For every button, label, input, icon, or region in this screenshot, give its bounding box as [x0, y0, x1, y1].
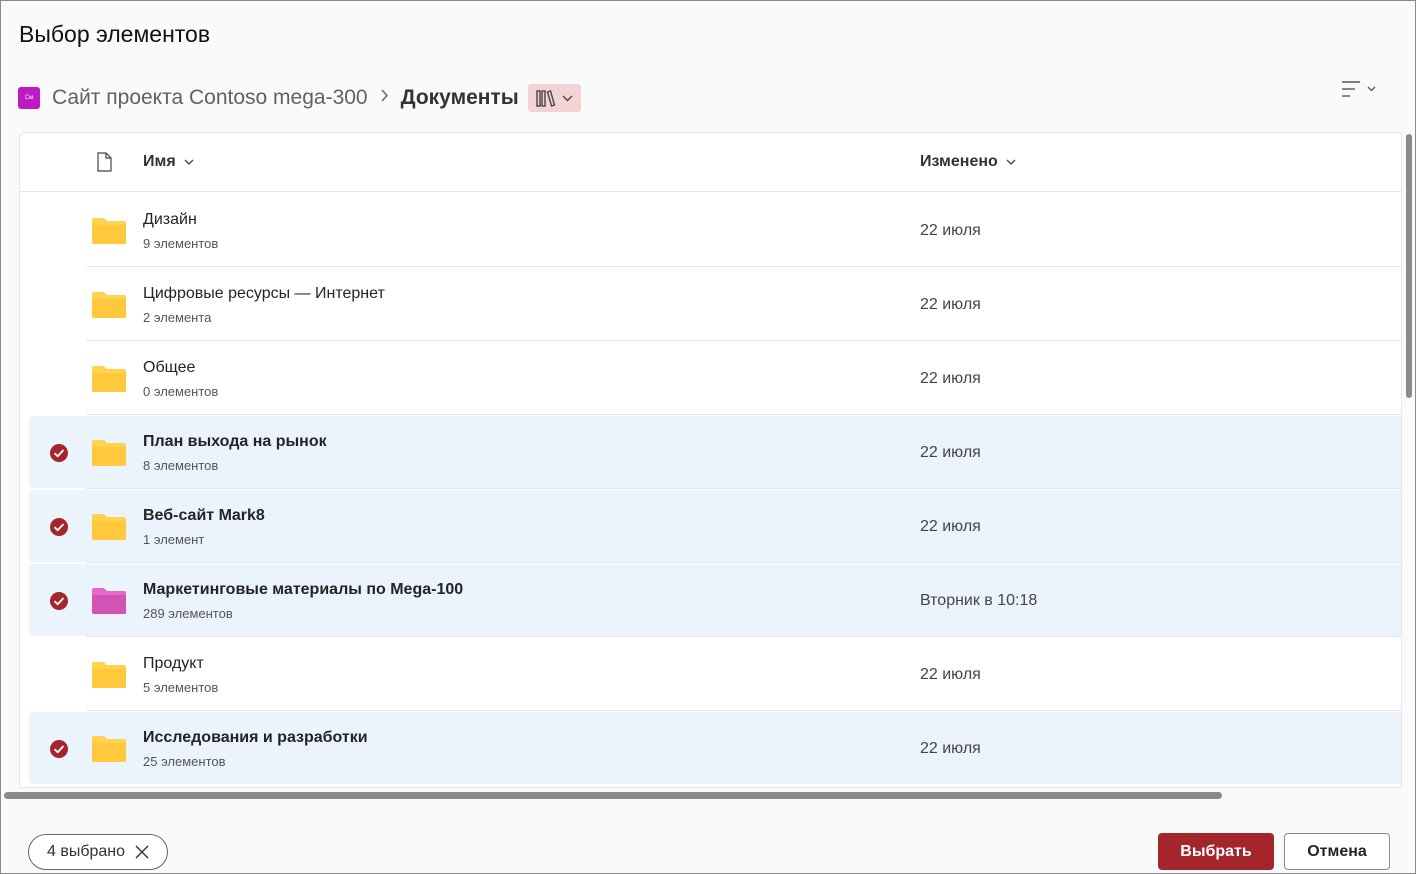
column-modified-label: Изменено: [920, 153, 998, 170]
folder-icon: [92, 440, 126, 466]
list-item[interactable]: Маркетинговые материалы по Mega-100 289 …: [20, 563, 1401, 637]
item-count: 9 элементов: [143, 236, 219, 251]
folder-icon: [92, 366, 126, 392]
item-count: 2 элемента: [143, 310, 212, 325]
item-count: 8 элементов: [143, 458, 219, 473]
selection-count-chip[interactable]: 4 выбрано: [28, 834, 168, 870]
breadcrumb-site-link[interactable]: Сайт проекта Contoso mega-300: [52, 86, 368, 110]
dialog-title: Выбор элементов: [19, 21, 211, 47]
select-button[interactable]: Выбрать: [1158, 833, 1274, 870]
checkmark-circle-icon[interactable]: [49, 517, 69, 537]
folder-icon: [92, 588, 126, 614]
item-count: 1 элемент: [143, 532, 205, 547]
column-header-name[interactable]: Имя: [143, 153, 194, 171]
item-name: Общее: [143, 359, 196, 376]
site-logo-icon: Cм: [18, 87, 40, 109]
checkmark-circle-icon[interactable]: [49, 739, 69, 759]
item-modified: 22 июля: [920, 740, 981, 757]
vertical-scrollbar[interactable]: [1406, 134, 1412, 398]
folder-icon: [92, 736, 126, 762]
list-item[interactable]: Веб-сайт Mark8 1 элемент 22 июля: [20, 489, 1401, 563]
cancel-button[interactable]: Отмена: [1284, 833, 1390, 870]
folder-icon: [92, 292, 126, 318]
list-item[interactable]: План выхода на рынок 8 элементов 22 июля: [20, 415, 1401, 489]
file-list: Имя Изменено Дизайн 9 элементов 22 июля: [19, 132, 1402, 788]
item-modified: Вторник в 10:18: [920, 592, 1038, 609]
item-count: 25 элементов: [143, 754, 226, 769]
checkmark-circle-icon[interactable]: [49, 591, 69, 611]
column-name-label: Имя: [143, 153, 176, 170]
list-header: Имя Изменено: [20, 133, 1401, 192]
close-icon[interactable]: [135, 845, 149, 859]
item-modified: 22 июля: [920, 370, 981, 387]
item-name: Веб-сайт Mark8: [143, 507, 265, 524]
sort-lines-icon: [1342, 81, 1360, 97]
chevron-down-icon: [1367, 86, 1376, 92]
checkmark-circle-icon[interactable]: [49, 443, 69, 463]
breadcrumb-library: Документы: [400, 86, 519, 109]
list-item[interactable]: Исследования и разработки 25 элементов 2…: [20, 711, 1401, 785]
dialog: Выбор элементов Cм Сайт проекта Contoso …: [0, 0, 1416, 874]
library-switcher-button[interactable]: [527, 84, 581, 112]
item-count: 289 элементов: [143, 606, 233, 621]
item-name: Цифровые ресурсы — Интернет: [143, 285, 385, 302]
folder-icon: [92, 662, 126, 688]
item-count: 5 элементов: [143, 680, 219, 695]
folder-icon: [92, 218, 126, 244]
item-modified: 22 июля: [920, 222, 981, 239]
item-name: Маркетинговые материалы по Mega-100: [143, 581, 464, 598]
column-header-modified[interactable]: Изменено: [920, 153, 1016, 171]
list-item[interactable]: Цифровые ресурсы — Интернет 2 элемента 2…: [20, 267, 1401, 341]
chevron-down-icon: [562, 95, 573, 101]
item-name: Дизайн: [143, 211, 197, 228]
list-item[interactable]: Дизайн 9 элементов 22 июля: [20, 193, 1401, 267]
horizontal-scrollbar[interactable]: [4, 792, 1222, 799]
file-type-icon[interactable]: [96, 152, 112, 172]
chevron-right-icon: [380, 89, 389, 107]
library-icon: [535, 90, 556, 107]
list-item[interactable]: Продукт 5 элементов 22 июля: [20, 637, 1401, 711]
breadcrumb: Cм Сайт проекта Contoso mega-300 Докумен…: [18, 84, 581, 112]
folder-icon: [92, 514, 126, 540]
item-modified: 22 июля: [920, 444, 981, 461]
list-item[interactable]: Общее 0 элементов 22 июля: [20, 341, 1401, 415]
chevron-down-icon: [184, 159, 194, 165]
item-name: Продукт: [143, 655, 204, 672]
item-modified: 22 июля: [920, 666, 981, 683]
item-name: Исследования и разработки: [143, 729, 368, 746]
item-modified: 22 июля: [920, 518, 981, 535]
item-count: 0 элементов: [143, 384, 219, 399]
item-modified: 22 июля: [920, 296, 981, 313]
view-options-button[interactable]: [1341, 79, 1385, 99]
item-name: План выхода на рынок: [143, 433, 327, 450]
selection-count-label: 4 выбрано: [46, 843, 126, 860]
chevron-down-icon: [1006, 159, 1016, 165]
